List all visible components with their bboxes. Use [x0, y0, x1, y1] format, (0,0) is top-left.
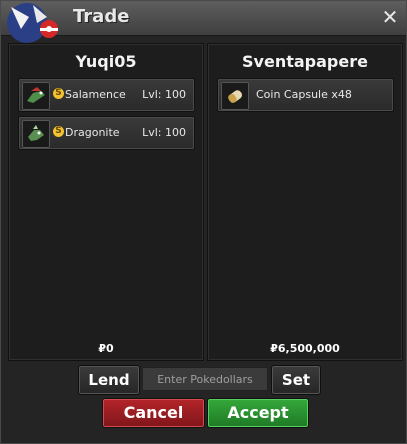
accept-button[interactable]: Accept [207, 398, 309, 428]
close-icon[interactable]: ✕ [380, 7, 400, 27]
offer-item-salamence[interactable]: S Salamence Lvl: 100 [18, 78, 195, 112]
trainer-name-left: Yuqi05 [75, 52, 137, 71]
item-level: Lvl: 100 [142, 88, 186, 101]
money-offer-left: ₽0 [98, 342, 114, 355]
item-level: Lvl: 100 [142, 126, 186, 139]
item-name: Dragonite [65, 126, 120, 139]
trainer-name-right: Sventapapere [242, 52, 368, 71]
pokedollars-input[interactable] [142, 367, 268, 391]
coin-badge-icon: S [53, 126, 64, 137]
coin-capsule-icon [221, 82, 249, 110]
cancel-button[interactable]: Cancel [102, 398, 205, 428]
offer-item-dragonite[interactable]: S Dragonite Lvl: 100 [18, 116, 195, 150]
logo-icon [7, 3, 58, 43]
item-name: Salamence [65, 88, 126, 101]
their-offer-panel: Sventapapere Coin Capsule x48 ₽6,500,000 [207, 43, 403, 361]
title-bar[interactable]: Trade ✕ [1, 1, 406, 43]
my-offer-panel: Yuqi05 S Salamence Lvl: 100 S Dragonite … [8, 43, 204, 361]
dragonite-icon [22, 120, 50, 148]
window-title: Trade [73, 6, 130, 27]
salamence-icon [22, 82, 50, 110]
coin-badge-icon: S [53, 88, 64, 99]
offer-item-coin-capsule[interactable]: Coin Capsule x48 [217, 78, 394, 112]
set-button[interactable]: Set [271, 365, 321, 395]
item-name: Coin Capsule x48 [256, 88, 352, 101]
trade-window: Trade ✕ Yuqi05 S Salamence Lvl: 100 S Dr… [0, 0, 407, 444]
money-offer-right: ₽6,500,000 [270, 342, 340, 355]
lend-button[interactable]: Lend [78, 365, 140, 395]
